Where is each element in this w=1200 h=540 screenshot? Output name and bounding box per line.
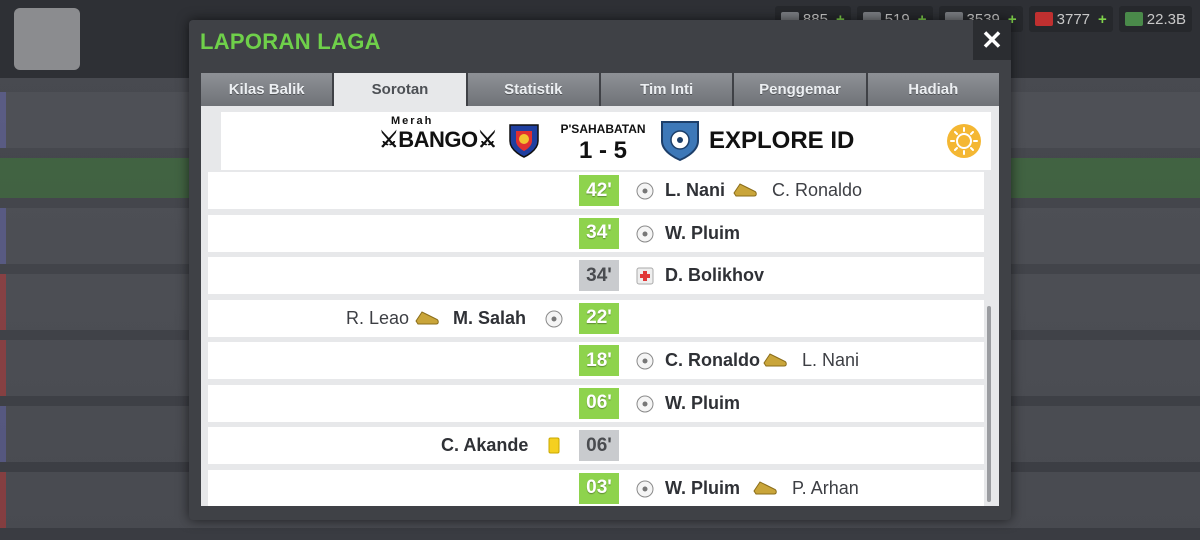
resource-medical: 3777 + [1028,6,1113,32]
event-assist: C. Ronaldo [772,180,863,200]
close-icon: ✕ [981,24,1003,55]
boot-icon [763,353,787,367]
event-row: 34' W. Pluim [208,214,984,252]
ball-icon [636,480,654,497]
event-player: C. Ronaldo [665,350,760,370]
tab-bar: Kilas Balik Sorotan Statistik Tim Inti P… [201,73,999,106]
sun-icon [947,124,981,158]
event-row: C. Akande 06' [208,427,984,464]
yellow-card-icon [548,437,560,454]
event-player: W. Pluim [665,392,741,413]
event-player: W. Pluim [665,477,741,498]
cash-icon [1124,12,1143,26]
resource-cash: 22.3B [1118,6,1192,32]
boot-icon [415,310,439,324]
close-button[interactable]: ✕ [973,20,1011,60]
ball-icon [636,395,654,412]
tab-kilas-balik[interactable]: Kilas Balik [201,73,333,106]
match-score: 1 - 5 [578,137,628,164]
event-player: L. Nani [665,180,726,200]
tab-statistik[interactable]: Statistik [467,73,599,106]
event-minute: 03' [579,472,619,504]
match-header: Merah ⚔BANGO⚔ P'SAHABATAN 1 - 5 EXPLORE … [221,112,991,170]
event-player: M. Salah [453,307,527,328]
resource-value: 3777 [1056,10,1091,28]
event-player: W. Pluim [665,222,741,243]
add-resource-button[interactable]: + [1098,11,1107,28]
dialog-title: LAPORAN LAGA [200,29,381,54]
event-row: 34' D. Bolikhov [208,257,984,294]
event-minute: 18' [579,345,619,376]
resource-value: 22.3B [1146,10,1186,28]
ball-icon [636,182,654,200]
medical-icon [1034,12,1053,26]
tab-tim-inti[interactable]: Tim Inti [600,73,733,106]
event-minute: 22' [579,302,619,334]
away-team-crest-icon [661,121,699,162]
home-team-name: Merah ⚔BANGO⚔ [379,115,497,153]
event-minute: 06' [579,430,619,461]
event-row: 42' L. Nani C. Ronaldo [208,172,984,209]
scrollbar[interactable] [987,306,991,502]
event-assist: L. Nani [802,350,860,370]
tab-sorotan[interactable]: Sorotan [334,73,466,106]
event-minute: 42' [579,175,619,206]
event-row: 03' W. Pluim P. Arhan [208,469,984,506]
boot-icon [753,480,777,494]
event-row: R. Leao M. Salah 22' [208,299,984,337]
event-row: 06' W. Pluim [208,384,984,422]
event-minute: 06' [579,387,619,419]
ball-icon [545,310,563,327]
event-assist: P. Arhan [792,477,859,498]
match-report-dialog: LAPORAN LAGA ✕ Kilas Balik Sorotan Stati… [189,20,1011,520]
home-team-name-top: Merah [391,115,434,127]
event-assist: R. Leao [346,307,410,328]
event-list: 42' L. Nani C. Ronaldo 34' W. Pluim 34' … [208,172,984,506]
event-player: D. Bolikhov [665,265,765,285]
event-row: 18' C. Ronaldo L. Nani [208,342,984,379]
club-logo [14,8,80,70]
event-player: C. Akande [441,435,529,455]
boot-icon [733,183,757,197]
highlights-panel: Merah ⚔BANGO⚔ P'SAHABATAN 1 - 5 EXPLORE … [201,106,999,506]
injury-icon [636,267,654,285]
ball-icon [636,225,654,242]
away-team-name: EXPLORE ID [709,127,855,154]
event-minute: 34' [579,217,619,249]
home-team-crest-icon [509,124,539,158]
match-type: P'SAHABATAN [560,122,646,136]
ball-icon [636,352,654,370]
event-minute: 34' [579,260,619,291]
tab-penggemar[interactable]: Penggemar [734,73,866,106]
home-team-name-main: ⚔BANGO⚔ [379,127,497,152]
tab-hadiah[interactable]: Hadiah [867,73,999,106]
